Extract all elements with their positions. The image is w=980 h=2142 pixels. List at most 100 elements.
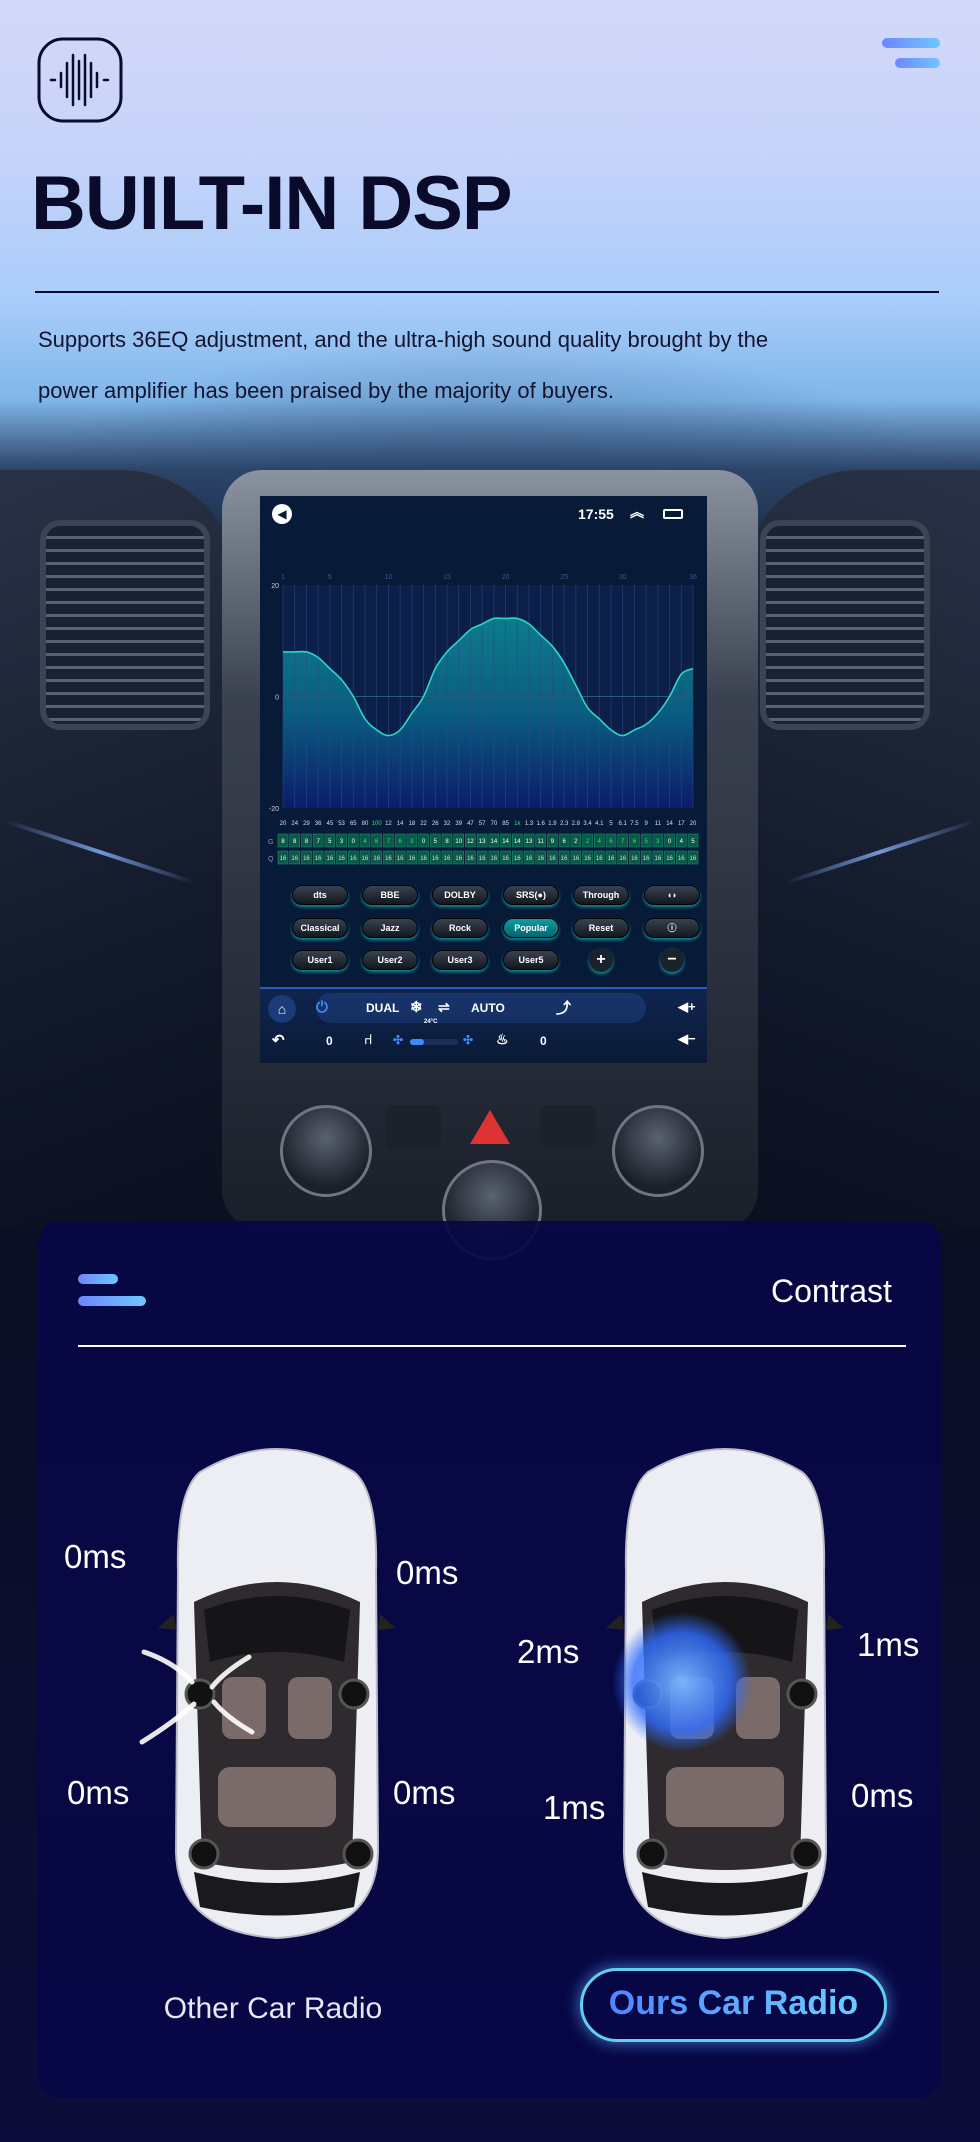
back-button[interactable] [540, 1105, 596, 1149]
band-tick-label: 25 [560, 574, 568, 581]
frequency-label: 32 [444, 821, 451, 827]
frequency-label: 2.3 [560, 821, 569, 827]
left-seat-level: 0 [326, 1034, 333, 1048]
q-value: 16 [467, 856, 474, 862]
browse-knob[interactable] [612, 1105, 704, 1197]
y-tick-label: 20 [271, 583, 279, 590]
preset-button-classical[interactable]: Classical [292, 918, 348, 938]
band-tick-label: 36 [689, 574, 697, 581]
seat-recline-icon[interactable]: ⤴ [556, 997, 571, 1018]
fan-high-icon[interactable]: ✣ [463, 1033, 473, 1047]
frequency-label: 14 [397, 821, 404, 827]
delay-label: 1ms [857, 1626, 920, 1663]
delay-label: 0ms [67, 1774, 130, 1811]
q-value: 16 [514, 856, 521, 862]
preset-button-popular[interactable]: Popular [503, 918, 559, 938]
gain-value: 14 [502, 839, 509, 845]
seat-icon[interactable]: ⑁ [364, 1031, 372, 1047]
ours-car [606, 1432, 844, 1947]
volume-down-icon[interactable]: ◀− [678, 1031, 696, 1047]
effect-button-dolby[interactable]: DOLBY [432, 885, 488, 905]
user-button-user3[interactable]: User3 [432, 950, 488, 970]
frequency-label: 1k [514, 821, 521, 827]
effect-button-dts[interactable]: dts [292, 885, 348, 905]
page-title: BUILT-IN DSP [31, 161, 513, 246]
frequency-label: 1.3 [525, 821, 534, 827]
user-button-minus[interactable]: − [660, 948, 684, 972]
divider [78, 1345, 906, 1347]
window-icon[interactable] [663, 509, 683, 519]
q-value: 16 [327, 856, 334, 862]
recirculation-icon[interactable]: ⇌ [438, 999, 450, 1016]
description-line: Supports 36EQ adjustment, and the ultra-… [38, 327, 769, 352]
frequency-label: 2.8 [572, 821, 581, 827]
gain-value: 10 [455, 839, 462, 845]
frequency-label: 22 [420, 821, 427, 827]
y-tick-label: 0 [275, 695, 279, 702]
delay-label: 2ms [517, 1633, 580, 1670]
frequency-label: 9 [644, 821, 648, 827]
screen-off-button[interactable] [385, 1105, 441, 1149]
gain-value: 13 [479, 839, 486, 845]
other-car [139, 1432, 396, 1947]
frequency-label: 3.4 [583, 821, 592, 827]
user-button-user1[interactable]: User1 [292, 950, 348, 970]
gain-value: 13 [526, 839, 533, 845]
preset-button-jazz[interactable]: Jazz [362, 918, 418, 938]
effect-button-srs[interactable]: SRS(●) [503, 885, 559, 905]
double-chevron-up-icon[interactable]: ︽ [630, 502, 644, 522]
frequency-label: 20 [690, 821, 697, 827]
q-value: 16 [315, 856, 322, 862]
hamburger-icon [78, 1296, 146, 1306]
fan-low-icon[interactable]: ✣ [393, 1033, 403, 1047]
user-button-user2[interactable]: User2 [362, 950, 418, 970]
user-button-plus[interactable]: + [589, 948, 613, 972]
effect-button-bbe[interactable]: BBE [362, 885, 418, 905]
frequency-label: 36 [315, 821, 322, 827]
return-icon[interactable]: ↶ [272, 1031, 285, 1049]
user-button-user5[interactable]: User5 [503, 950, 559, 970]
preset-button-item5[interactable]: ⓘ [644, 918, 700, 938]
q-value: 16 [385, 856, 392, 862]
delay-label: 0ms [393, 1774, 456, 1811]
hazard-icon[interactable] [470, 1110, 510, 1144]
delay-label: 1ms [543, 1789, 606, 1826]
frequency-label: 29 [303, 821, 310, 827]
q-value: 16 [420, 856, 427, 862]
preset-button-reset[interactable]: Reset [573, 918, 629, 938]
effect-button-through[interactable]: Through [573, 885, 629, 905]
q-value: 16 [573, 856, 580, 862]
delay-label: 0ms [396, 1554, 459, 1591]
q-value: 16 [619, 856, 626, 862]
menu-button[interactable] [882, 38, 940, 68]
q-value: 16 [561, 856, 568, 862]
volume-knob[interactable] [280, 1105, 372, 1197]
frequency-label: 70 [491, 821, 498, 827]
q-value: 16 [362, 856, 369, 862]
fan-slider[interactable] [410, 1039, 458, 1045]
eq-chart[interactable]: 1 5 10 15 20 25 30 36200-20GQ20 24 29 36 45 53 65 80 10… [260, 560, 707, 880]
q-value: 16 [690, 856, 697, 862]
gain-value: 11 [538, 839, 545, 845]
q-value: 16 [655, 856, 662, 862]
dual-button[interactable]: DUAL [366, 1001, 399, 1015]
power-icon[interactable]: ⏻ [316, 999, 328, 1016]
speaker-back-icon[interactable]: ◀ [272, 504, 292, 524]
q-value: 16 [491, 856, 498, 862]
home-icon[interactable]: ⌂ [268, 995, 296, 1023]
temperature: 24°C [424, 1019, 438, 1025]
frequency-label: 1.6 [537, 821, 546, 827]
air-vent-right [760, 520, 930, 730]
sound-focus-glow [612, 1612, 752, 1752]
frequency-label: 5 [609, 821, 613, 827]
band-tick-label: 5 [328, 574, 332, 581]
preset-button-rock[interactable]: Rock [432, 918, 488, 938]
frequency-label: 47 [467, 821, 474, 827]
frequency-label: 14 [666, 821, 673, 827]
seat-heat-icon[interactable]: ♨ [496, 1031, 509, 1048]
effect-button-item5[interactable]: ◖◗ [644, 885, 700, 905]
q-value: 16 [397, 856, 404, 862]
auto-button[interactable]: AUTO [471, 1001, 505, 1015]
snowflake-icon[interactable]: ❄ [410, 998, 423, 1016]
volume-up-icon[interactable]: ◀+ [678, 999, 696, 1015]
